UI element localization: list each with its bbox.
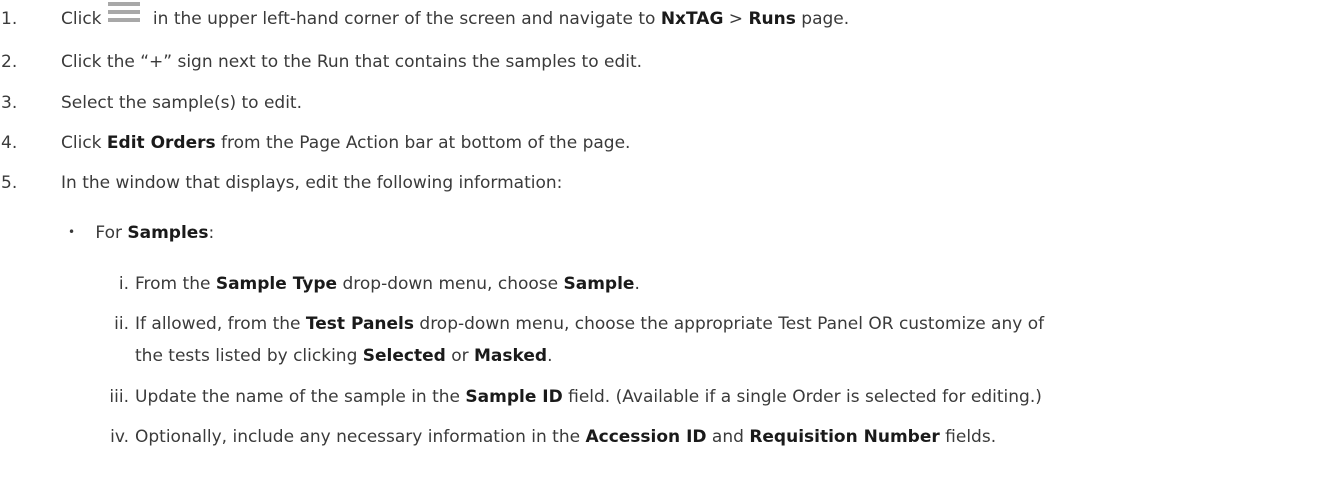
bullet-text: :: [208, 223, 215, 243]
accession-id-label: Accession ID: [585, 427, 707, 447]
substep-text: From the: [135, 274, 216, 294]
substep-text: Optionally, include any necessary inform…: [135, 427, 586, 447]
requisition-number-label: Requisition Number: [749, 427, 940, 447]
substep-ii-continued: the tests listed by clicking Selected or…: [135, 346, 552, 366]
substep-text: Update the name of the sample in the: [135, 387, 466, 407]
substep-ii: ii. If allowed, from the Test Panels drop…: [96, 314, 1044, 334]
sample-label: Sample: [563, 274, 635, 294]
bullet-text: For: [95, 223, 128, 243]
bullet-samples: • For Samples:: [68, 223, 214, 243]
step-text: in the upper left-hand corner of the scr…: [147, 9, 661, 29]
sample-type-label: Sample Type: [215, 274, 338, 294]
step-text: >: [723, 9, 749, 29]
step-number: 5.: [1, 173, 18, 193]
step-text: Click the “+” sign next to the Run that …: [61, 52, 643, 72]
bullet-dot: •: [68, 225, 76, 239]
substep-iv: iv. Optionally, include any necessary inf…: [96, 427, 996, 447]
step-1: 1. Click in the upper left-hand corner o…: [0, 2, 849, 29]
step-text: page.: [795, 9, 850, 29]
test-panels-label: Test Panels: [305, 314, 414, 334]
sample-id-label: Sample ID: [465, 387, 563, 407]
step-number: 3.: [1, 93, 18, 113]
runs-label: Runs: [748, 9, 796, 29]
step-text: from the Page Action bar at bottom of th…: [215, 133, 631, 153]
substep-text: If allowed, from the: [135, 314, 306, 334]
substep-number: i.: [118, 274, 129, 294]
substep-number: ii.: [114, 314, 129, 334]
substep-number: iv.: [110, 427, 129, 447]
substep-iii: iii. Update the name of the sample in the…: [96, 387, 1042, 407]
step-text: Click: [61, 133, 107, 153]
step-number: 2.: [1, 52, 18, 72]
substep-text: and: [706, 427, 750, 447]
substep-i: i. From the Sample Type drop-down menu, c…: [96, 274, 640, 294]
substep-text: .: [547, 346, 553, 366]
step-2: 2. Click the “+” sign next to the Run th…: [0, 52, 642, 72]
step-5: 5. In the window that displays, edit the…: [0, 173, 562, 193]
step-3: 3. Select the sample(s) to edit.: [0, 93, 302, 113]
substep-number: iii.: [109, 387, 129, 407]
step-text: In the window that displays, edit the fo…: [61, 173, 563, 193]
substep-text: field. (Available if a single Order is s…: [562, 387, 1042, 407]
substep-text: or: [445, 346, 475, 366]
masked-label: Masked: [474, 346, 548, 366]
step-text: Select the sample(s) to edit.: [61, 93, 302, 113]
edit-orders-label: Edit Orders: [106, 133, 216, 153]
step-4: 4. Click Edit Orders from the Page Actio…: [0, 133, 630, 153]
substep-text: the tests listed by clicking: [135, 346, 363, 366]
step-number: 4.: [1, 133, 18, 153]
step-number: 1.: [1, 9, 18, 29]
samples-label: Samples: [127, 223, 209, 243]
substep-text: fields.: [939, 427, 997, 447]
selected-label: Selected: [362, 346, 446, 366]
nxtag-label: NxTAG: [660, 9, 724, 29]
hamburger-menu-icon: [107, 2, 140, 24]
substep-text: drop-down menu, choose the appropriate T…: [414, 314, 1045, 334]
step-text: Click: [61, 9, 102, 29]
substep-text: drop-down menu, choose: [337, 274, 564, 294]
substep-text: .: [634, 274, 640, 294]
